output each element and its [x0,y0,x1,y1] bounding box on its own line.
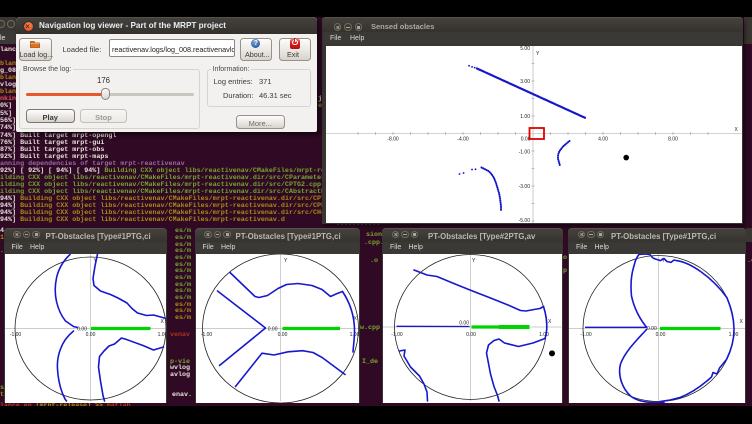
svg-text:0.00: 0.00 [267,327,277,333]
svg-text:X: X [734,127,738,133]
svg-text:-1.00: -1.00 [580,332,592,338]
svg-text:-3.00: -3.00 [518,184,530,190]
svg-text:Y: Y [284,258,288,264]
svg-text:1.00: 1.00 [520,114,530,120]
svg-text:0.00: 0.00 [85,332,95,338]
svg-text:0.00: 0.00 [466,332,476,338]
svg-text:0.00: 0.00 [647,326,657,332]
svg-text:-1.00: -1.00 [391,332,403,338]
svg-text:-1.00: -1.00 [200,332,212,338]
svg-text:5.00: 5.00 [520,46,530,52]
svg-text:Y: Y [536,51,540,57]
svg-text:0.00: 0.00 [77,327,87,333]
svg-text:1.00: 1.00 [539,332,549,338]
svg-text:0.00: 0.00 [459,321,469,327]
svg-text:X: X [740,319,744,325]
svg-text:X: X [548,319,552,325]
svg-text:-4.00: -4.00 [457,137,469,143]
svg-text:-5.00: -5.00 [518,218,530,223]
svg-text:8.00: 8.00 [668,137,678,143]
svg-text:-1.00: -1.00 [9,332,21,338]
svg-text:X: X [160,319,164,325]
svg-text:1.00: 1.00 [157,332,165,338]
svg-text:4.00: 4.00 [598,137,608,143]
svg-text:3.00: 3.00 [520,79,530,85]
svg-text:0.00: 0.00 [277,332,287,338]
svg-text:0.00: 0.00 [656,332,666,338]
svg-text:-8.00: -8.00 [387,137,399,143]
svg-text:Y: Y [472,258,476,264]
svg-text:-1.00: -1.00 [518,150,530,156]
